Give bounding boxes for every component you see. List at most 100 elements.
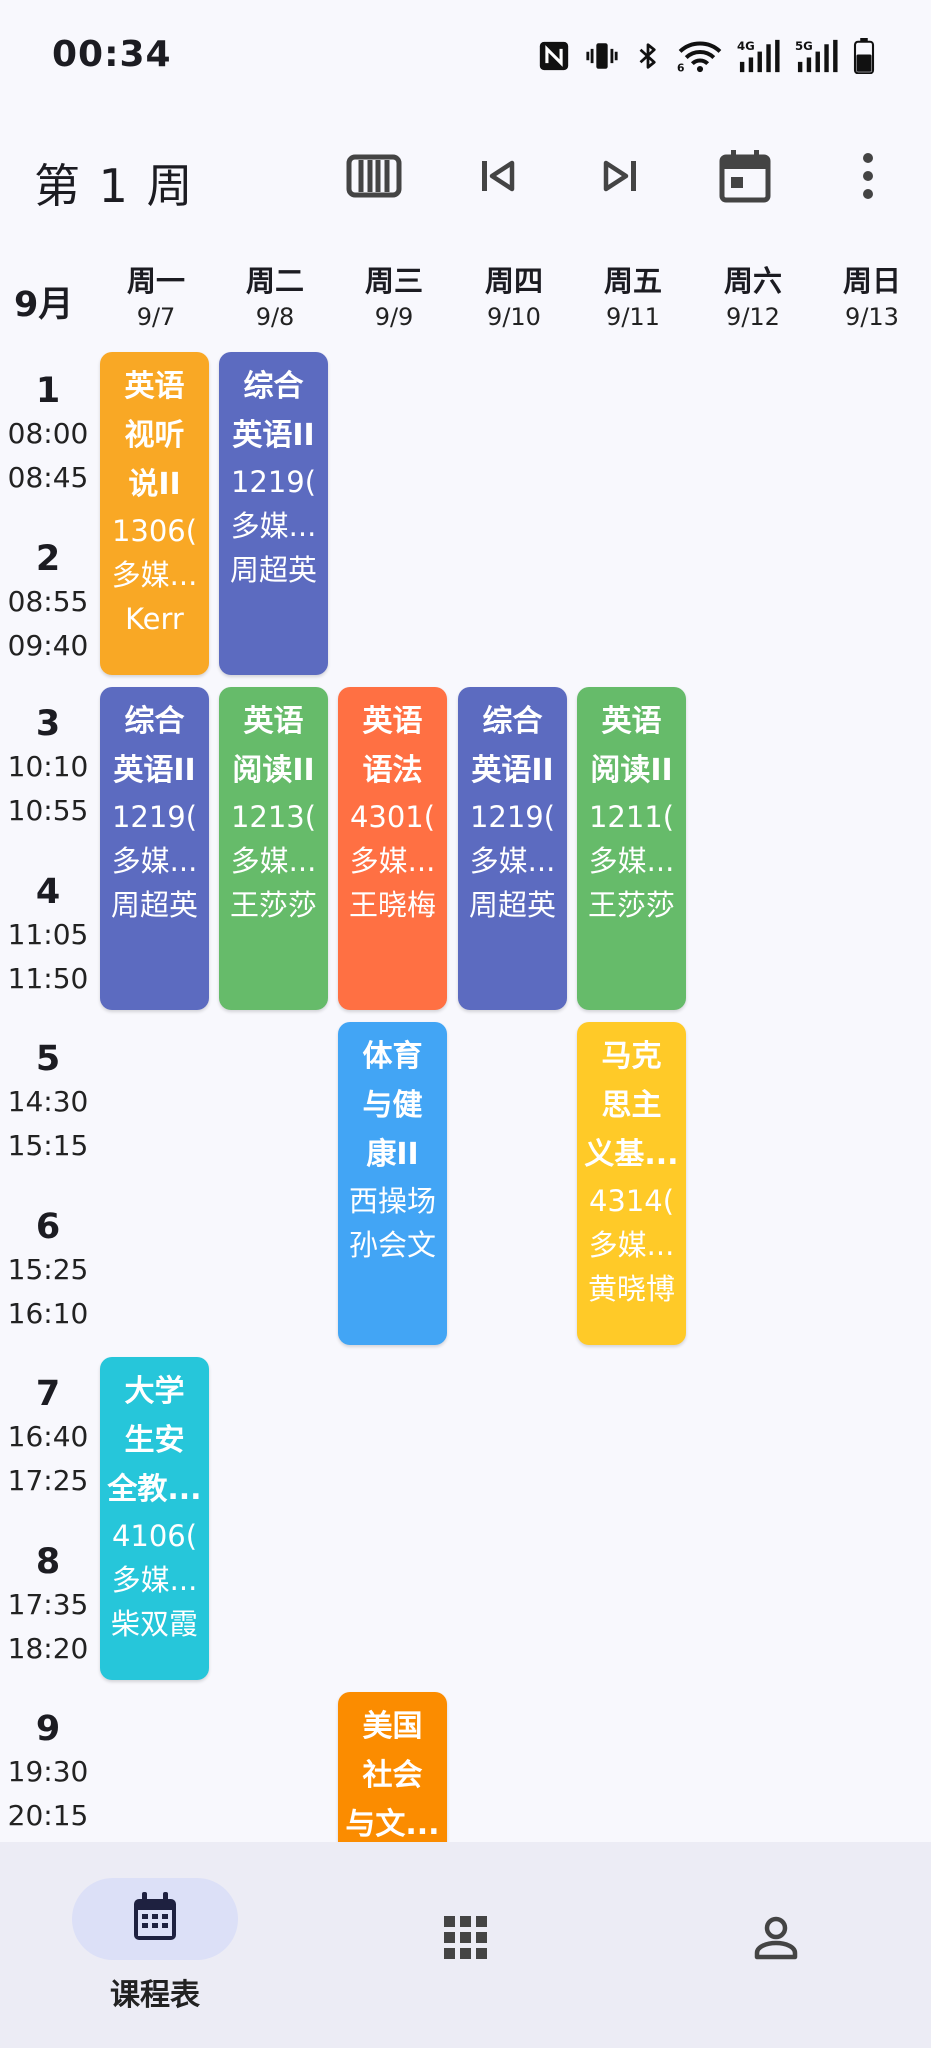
day-date: 9/11 — [606, 303, 660, 331]
course-card[interactable]: 英语 视听 说II 1306(多媒... Kerr — [100, 352, 209, 675]
slot-end-time: 20:15 — [7, 1799, 89, 1832]
course-room: 多媒... — [588, 1228, 675, 1262]
more-options-button[interactable] — [838, 148, 898, 208]
course-name: 义基... — [584, 1137, 679, 1172]
day-name: 周三 — [364, 264, 423, 298]
previous-week-button[interactable] — [468, 148, 528, 208]
course-name: 英语II — [232, 418, 315, 453]
course-name: 综合 — [243, 369, 304, 404]
course-room: 多媒... — [230, 844, 317, 878]
course-name: 生安 — [124, 1423, 185, 1458]
slot-number: 9 — [35, 1709, 61, 1749]
course-card[interactable]: 英语 阅读II 1213(多媒... 王莎莎 — [219, 687, 328, 1010]
slot-number: 6 — [35, 1206, 61, 1247]
day-date: 9/9 — [374, 303, 414, 331]
course-room: 1211( — [588, 800, 675, 834]
course-name: 体育 — [362, 1039, 423, 1074]
course-name: 综合 — [482, 704, 543, 739]
course-card[interactable]: 大学 生安 全教... 4106(多媒... 柴双霞 — [100, 1357, 209, 1680]
day-header-2: 周二 9/8 — [216, 262, 334, 334]
course-room: 多媒... — [349, 844, 436, 878]
apps-grid-icon — [444, 1916, 488, 1964]
time-slot-5: 5 14:30 15:15 — [0, 1038, 96, 1168]
status-icons: 6 4G 5G — [537, 36, 875, 76]
person-icon — [753, 1915, 799, 1965]
week-view-button[interactable] — [344, 148, 404, 208]
slot-end-time: 10:55 — [7, 794, 89, 827]
day-header-1: 周一 9/7 — [97, 262, 215, 334]
course-room: 4106( — [111, 1519, 198, 1553]
day-date: 9/10 — [487, 303, 541, 331]
time-slot-2: 2 08:55 09:40 — [0, 538, 96, 668]
slot-start-time: 14:30 — [7, 1085, 89, 1118]
slot-end-time: 09:40 — [7, 628, 89, 662]
course-teacher: Kerr — [125, 602, 184, 636]
day-name: 周六 — [723, 264, 782, 298]
nfc-icon — [537, 39, 571, 73]
go-today-button[interactable] — [715, 148, 775, 208]
slot-number: 8 — [35, 1541, 61, 1582]
slot-start-time: 08:55 — [7, 584, 89, 618]
svg-text:6: 6 — [677, 61, 684, 73]
course-name: 大学 — [124, 1374, 185, 1409]
slot-end-time: 16:10 — [7, 1296, 89, 1330]
slot-start-time: 19:30 — [7, 1755, 89, 1788]
calendar-today-icon — [719, 149, 771, 207]
time-slot-1: 1 08:00 08:45 — [0, 370, 96, 500]
day-name: 周二 — [245, 264, 304, 298]
signal-4g-icon: 4G — [737, 38, 781, 74]
more-vert-icon — [862, 152, 874, 204]
course-card[interactable]: 美国 社会 与文... — [338, 1692, 447, 1842]
next-week-button[interactable] — [590, 148, 650, 208]
day-header-5: 周五 9/11 — [574, 262, 692, 334]
slot-end-time: 08:45 — [7, 461, 89, 494]
nav-profile-tab[interactable] — [728, 1892, 824, 1988]
slot-number: 1 — [35, 371, 61, 411]
week-view-icon — [346, 154, 402, 202]
week-title[interactable]: 第 1 周 — [34, 150, 195, 216]
course-teacher: 周超英 — [110, 888, 198, 922]
course-card[interactable]: 英语 阅读II 1211(多媒... 王莎莎 — [577, 687, 686, 1010]
time-slot-6: 6 15:25 16:10 — [0, 1206, 96, 1336]
slot-end-time: 17:25 — [7, 1464, 89, 1497]
slot-end-time: 11:50 — [7, 961, 89, 995]
course-name: 思主 — [601, 1088, 662, 1123]
month-label: 9月 — [14, 285, 74, 325]
course-card[interactable]: 综合 英语II 1219(多媒... 周超英 — [219, 352, 328, 675]
slot-start-time: 08:00 — [7, 417, 89, 450]
course-name: 英语 — [243, 704, 304, 739]
course-card[interactable]: 英语 语法 4301(多媒... 王晓梅 — [338, 687, 447, 1010]
course-card[interactable]: 马克 思主 义基... 4314(多媒... 黄晓博 — [577, 1022, 686, 1345]
battery-icon — [853, 38, 875, 74]
course-teacher: 孙会文 — [348, 1228, 436, 1262]
time-slot-9: 9 19:30 20:15 — [0, 1708, 96, 1838]
course-room: 4314( — [588, 1184, 675, 1218]
slot-number: 7 — [35, 1374, 61, 1414]
slot-number: 3 — [35, 704, 61, 744]
course-card[interactable]: 综合 英语II 1219(多媒... 周超英 — [458, 687, 567, 1010]
course-teacher: 周超英 — [229, 553, 317, 587]
course-card[interactable]: 体育 与健 康II 西操场 孙会文 — [338, 1022, 447, 1345]
slot-end-time: 15:15 — [7, 1129, 89, 1162]
course-name: 阅读II — [590, 753, 673, 788]
course-room: 多媒... — [588, 844, 675, 878]
day-name: 周日 — [842, 264, 901, 298]
course-room: 多媒... — [111, 1563, 198, 1597]
nav-apps-tab[interactable] — [418, 1892, 514, 1988]
course-teacher: 周超英 — [468, 888, 556, 922]
course-name: 阅读II — [232, 753, 315, 788]
course-name: 综合 — [124, 704, 185, 739]
course-name: 马克 — [601, 1039, 662, 1074]
day-name: 周一 — [126, 264, 185, 298]
course-room: 1213( — [230, 800, 317, 834]
status-bar: 00:34 6 4G 5G — [0, 0, 931, 112]
skip-previous-icon — [478, 158, 518, 198]
course-card[interactable]: 综合 英语II 1219(多媒... 周超英 — [100, 687, 209, 1010]
day-name: 周四 — [484, 264, 543, 298]
slot-start-time: 11:05 — [7, 917, 89, 951]
course-room: 1306( — [111, 514, 198, 548]
signal-5g-icon: 5G — [795, 38, 839, 74]
course-room: 多媒... — [469, 844, 556, 878]
slot-number: 2 — [35, 538, 61, 579]
slot-start-time: 10:10 — [7, 750, 89, 783]
